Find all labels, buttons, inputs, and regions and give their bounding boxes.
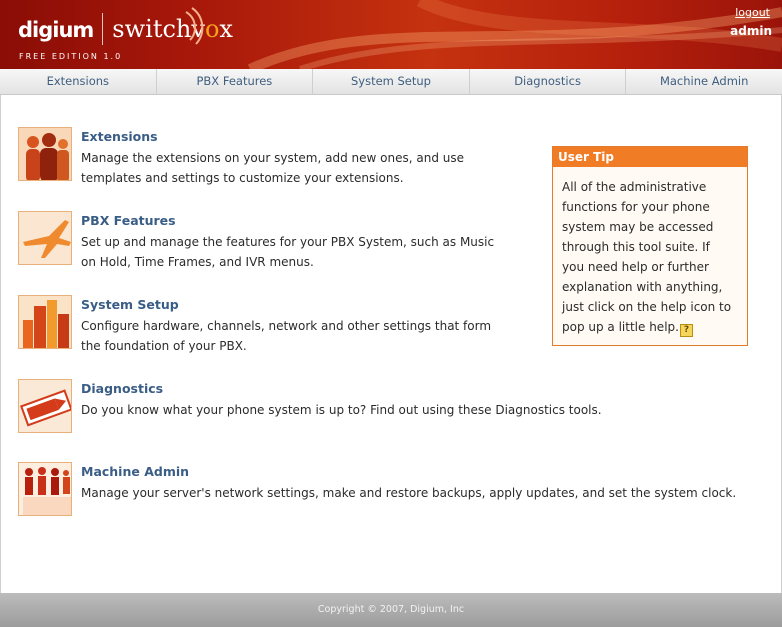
pbx-airplane-icon[interactable] [18, 211, 72, 265]
section-title-system-setup[interactable]: System Setup [81, 297, 179, 312]
help-icon[interactable]: ? [679, 324, 693, 337]
tip-line: All of the administrative [562, 180, 707, 194]
extensions-people-icon[interactable] [18, 127, 72, 181]
nav-tab-diagnostics[interactable]: Diagnostics [470, 69, 627, 94]
nav-tab-extensions[interactable]: Extensions [0, 69, 157, 94]
section-title-machine-admin[interactable]: Machine Admin [81, 464, 189, 479]
section-title-diagnostics[interactable]: Diagnostics [81, 381, 163, 396]
logout-link[interactable]: logout [735, 6, 770, 19]
section-desc-diagnostics: Do you know what your phone system is up… [81, 400, 602, 420]
section-title-pbx-features[interactable]: PBX Features [81, 213, 176, 228]
section-desc-pbx-features: Set up and manage the features for your … [81, 232, 494, 272]
tip-line: pop up a little help. [562, 320, 679, 334]
desc-line: the foundation of your PBX. [81, 339, 247, 353]
tip-line: system may be accessed [562, 220, 714, 234]
user-tip-title: User Tip [553, 147, 747, 167]
header-banner: digium switchvox FREE EDITION 1.0 logout… [0, 0, 782, 69]
current-username: admin [730, 24, 772, 38]
nav-tab-pbx-features[interactable]: PBX Features [157, 69, 314, 94]
desc-line: Do you know what your phone system is up… [81, 403, 602, 417]
switchvox-logo-text: switchvox [112, 15, 233, 43]
tip-line: functions for your phone [562, 200, 710, 214]
desc-line: on Hold, Time Frames, and IVR menus. [81, 255, 314, 269]
digium-logo-text: digium [18, 18, 94, 42]
desc-line: Manage the extensions on your system, ad… [81, 151, 464, 165]
user-tip-box: User Tip All of the administrative funct… [552, 146, 748, 346]
nav-tab-machine-admin[interactable]: Machine Admin [626, 69, 782, 94]
switchvox-text-end: x [219, 15, 233, 43]
copyright-text: Copyright © 2007, Digium, Inc [317, 604, 465, 615]
desc-line: Set up and manage the features for your … [81, 235, 495, 249]
main-nav: Extensions PBX Features System Setup Dia… [0, 69, 782, 95]
section-desc-machine-admin: Manage your server's network settings, m… [81, 483, 736, 503]
footer: Copyright © 2007, Digium, Inc [0, 593, 782, 627]
signal-waves-icon [185, 7, 204, 45]
section-desc-system-setup: Configure hardware, channels, network an… [81, 316, 491, 356]
tip-line: through this tool suite. If [562, 240, 710, 254]
desc-line: Configure hardware, channels, network an… [81, 319, 492, 333]
diagnostics-sign-icon[interactable] [18, 379, 72, 433]
system-buildings-icon[interactable] [18, 295, 72, 349]
machine-admin-figures-icon[interactable] [18, 462, 72, 516]
section-desc-extensions: Manage the extensions on your system, ad… [81, 148, 464, 188]
tip-line-last: pop up a little help.? [562, 317, 741, 337]
desc-line: templates and settings to customize your… [81, 171, 404, 185]
edition-label: FREE EDITION 1.0 [19, 52, 123, 61]
nav-tab-system-setup[interactable]: System Setup [313, 69, 470, 94]
section-title-extensions[interactable]: Extensions [81, 129, 158, 144]
tip-line: explanation with anything, [562, 280, 723, 294]
user-tip-body: All of the administrative functions for … [553, 167, 747, 337]
tip-line: just click on the help icon to [562, 300, 732, 314]
tip-line: you need help or further [562, 260, 709, 274]
logo-divider [102, 13, 104, 45]
desc-line: Manage your server's network settings, m… [81, 486, 737, 500]
